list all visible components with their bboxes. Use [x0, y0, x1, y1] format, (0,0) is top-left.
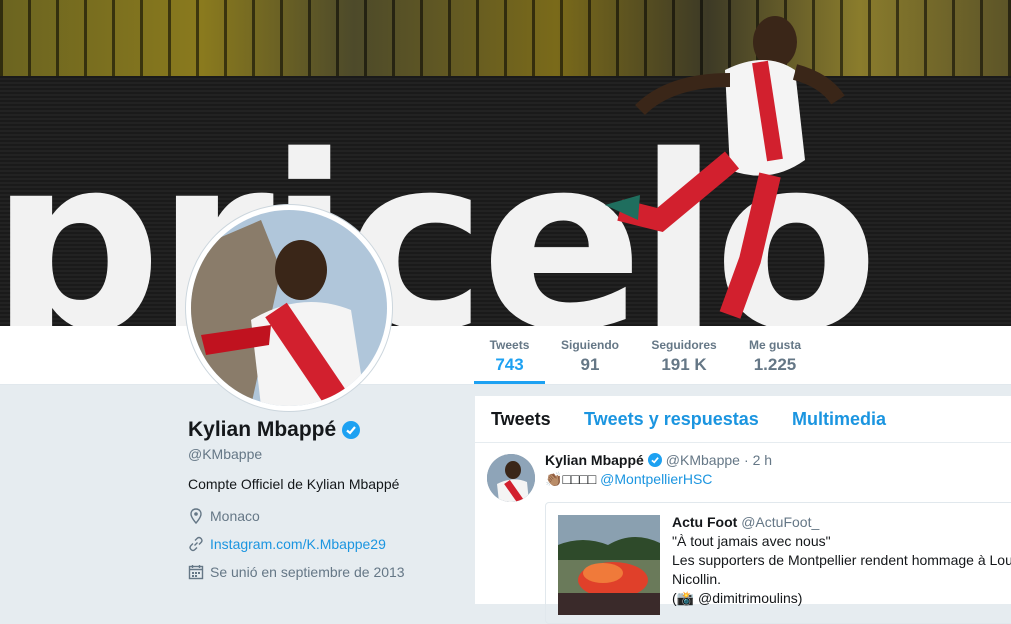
- tweet-mention[interactable]: @MontpellierHSC: [600, 471, 712, 487]
- stat-following[interactable]: Siguiendo 91: [552, 326, 628, 384]
- profile-joined: Se unió en septiembre de 2013: [188, 564, 458, 580]
- tweet-header: Kylian Mbappé @KMbappe · 2 h: [545, 452, 772, 468]
- profile-website: Instagram.com/K.Mbappe29: [188, 536, 458, 552]
- tweet-author-name[interactable]: Kylian Mbappé: [545, 452, 644, 468]
- tweet-time[interactable]: 2 h: [753, 452, 772, 468]
- tweet[interactable]: Kylian Mbappé @KMbappe · 2 h 👏🏽□□□□ @Mon…: [475, 442, 1011, 624]
- location-pin-icon: [190, 508, 202, 524]
- stat-following-label: Siguiendo: [561, 338, 619, 352]
- stat-tweets[interactable]: Tweets 743: [474, 326, 545, 384]
- timeline-tabs: Tweets Tweets y respuestas Multimedia: [475, 396, 1011, 443]
- profile-location: Monaco: [188, 508, 458, 524]
- profile-nav-bar: Tweets 743 Siguiendo 91 Seguidores 191 K…: [0, 326, 1011, 385]
- stat-likes-label: Me gusta: [748, 338, 801, 352]
- stat-followers[interactable]: Seguidores 191 K: [642, 326, 726, 384]
- quoted-tweet-image: [558, 515, 660, 615]
- stat-likes-value: 1.225: [753, 355, 797, 374]
- tweet-boxes: □□□□: [562, 471, 597, 487]
- tweet-avatar[interactable]: [487, 454, 535, 502]
- timeline: Tweets Tweets y respuestas Multimedia Ky…: [475, 396, 1011, 624]
- quoted-line-4: (📸 @dimitrimoulins): [672, 590, 803, 606]
- quoted-author-name[interactable]: Actu Foot: [672, 514, 737, 530]
- profile-name: Kylian Mbappé: [188, 418, 337, 441]
- tab-tweets-replies[interactable]: Tweets y respuestas: [584, 409, 759, 430]
- profile-card: Kylian Mbappé @KMbappe Compte Officiel d…: [188, 418, 458, 580]
- profile-name-row: Kylian Mbappé: [188, 418, 458, 442]
- quoted-line-2: Les supporters de Montpellier rendent ho…: [672, 552, 1011, 568]
- profile-joined-text: Se unió en septiembre de 2013: [210, 564, 405, 580]
- tweet-author-handle[interactable]: @KMbappe: [666, 452, 740, 468]
- banner-player-image: [605, 16, 845, 319]
- profile-bio: Compte Officiel de Kylian Mbappé: [188, 476, 400, 492]
- quoted-tweet-body: Actu Foot @ActuFoot_ "À tout jamais avec…: [672, 513, 1011, 608]
- stat-followers-label: Seguidores: [651, 338, 717, 352]
- verified-badge-icon: [342, 421, 361, 439]
- tweet-verified-icon: [647, 453, 662, 467]
- profile-avatar[interactable]: [186, 205, 392, 411]
- tab-tweets[interactable]: Tweets: [491, 409, 551, 430]
- profile-handle[interactable]: @KMbappe: [188, 446, 458, 462]
- stat-likes[interactable]: Me gusta 1.225: [740, 326, 810, 384]
- quoted-tweet[interactable]: Actu Foot @ActuFoot_ "À tout jamais avec…: [545, 502, 1011, 624]
- stat-following-value: 91: [580, 355, 600, 374]
- quoted-line-1: "À tout jamais avec nous": [672, 533, 831, 549]
- profile-location-text: Monaco: [210, 508, 260, 524]
- quoted-line-3: Nicollin.: [672, 571, 722, 587]
- stat-tweets-label: Tweets: [489, 338, 530, 352]
- calendar-icon: [188, 565, 204, 580]
- tab-media[interactable]: Multimedia: [792, 409, 886, 430]
- stat-tweets-value: 743: [495, 355, 524, 374]
- tweet-avatar-photo: [487, 454, 535, 502]
- avatar-photo: [191, 210, 387, 406]
- link-icon: [189, 536, 203, 552]
- quoted-author-handle[interactable]: @ActuFoot_: [741, 514, 819, 530]
- tweet-separator: ·: [743, 452, 749, 468]
- profile-banner: pricelo: [0, 0, 1011, 326]
- profile-website-link[interactable]: Instagram.com/K.Mbappe29: [210, 536, 386, 552]
- tweet-text: 👏🏽□□□□ @MontpellierHSC: [545, 471, 712, 488]
- stat-followers-value: 191 K: [661, 355, 707, 374]
- tweet-emoji: 👏🏽: [545, 471, 563, 487]
